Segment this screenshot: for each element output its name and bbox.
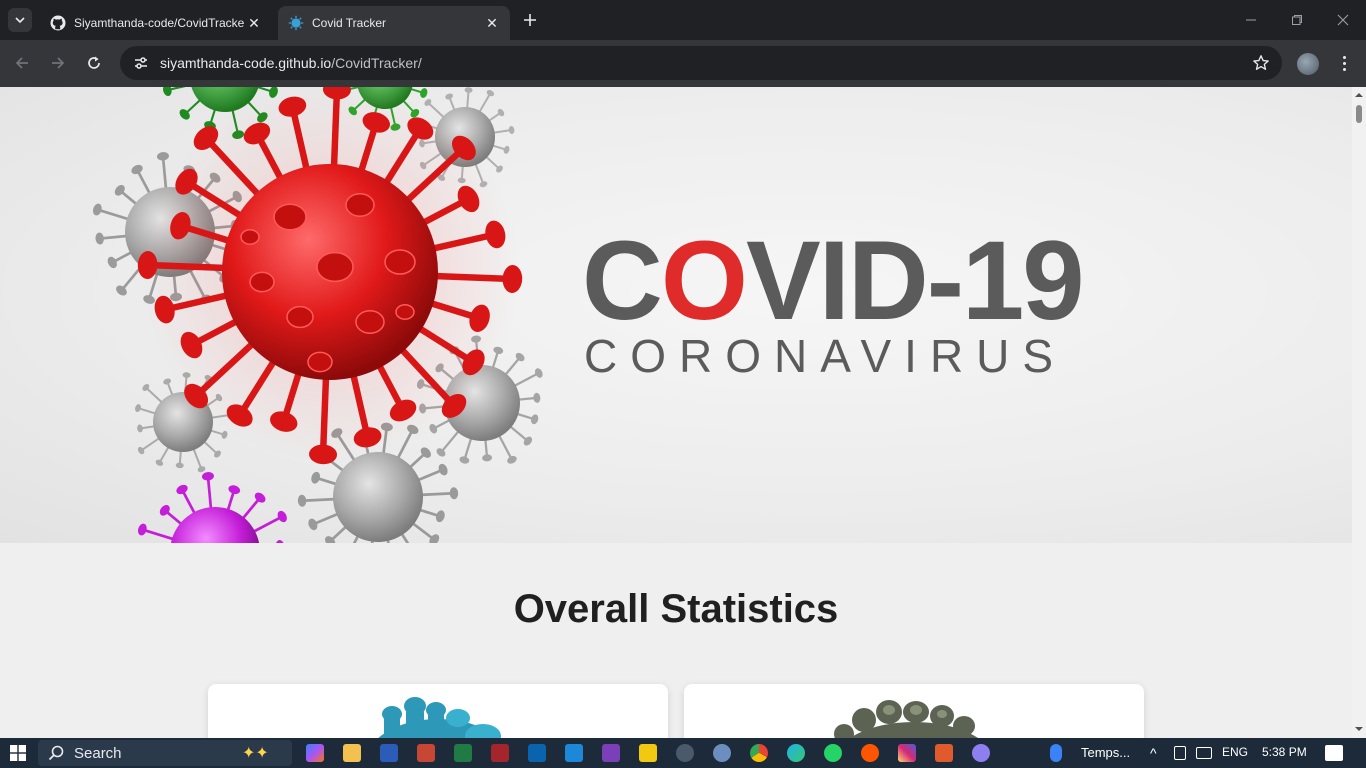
arrow-left-icon: [15, 57, 28, 69]
hero-banner: COVID-19 CORONAVIRUS: [0, 87, 1352, 543]
scroll-thumb[interactable]: [1356, 105, 1362, 123]
taskbar-search-label: Search: [74, 744, 122, 762]
gray-virus-image: [834, 700, 978, 738]
logo-subtitle: CORONAVIRUS: [584, 330, 1067, 382]
excel-icon[interactable]: [454, 744, 472, 762]
tab-github[interactable]: Siyamthanda-code/CovidTracke ✕: [40, 6, 272, 40]
site-info-button[interactable]: [128, 50, 154, 76]
scroll-down-icon[interactable]: [1355, 725, 1363, 733]
device-icon[interactable]: [1174, 746, 1186, 760]
access-icon[interactable]: [491, 744, 509, 762]
bookmark-star-icon[interactable]: [1252, 54, 1270, 72]
instagram-icon[interactable]: [898, 744, 916, 762]
chevron-down-icon: [15, 17, 25, 24]
tab-title: Siyamthanda-code/CovidTracke: [74, 16, 245, 30]
arrow-right-icon: [52, 57, 65, 69]
tab-covid-tracker[interactable]: Covid Tracker ✕: [278, 6, 510, 40]
url-path: /CovidTracker/: [331, 55, 422, 71]
weather-label[interactable]: Temps...: [1081, 745, 1130, 760]
reload-button[interactable]: [83, 52, 105, 74]
back-button[interactable]: [11, 52, 33, 74]
whatsapp-icon[interactable]: [824, 744, 842, 762]
app-icon[interactable]: [972, 744, 990, 762]
thermometer-icon[interactable]: [1050, 744, 1062, 762]
address-bar[interactable]: siyamthanda-code.github.io/CovidTracker/: [120, 46, 1282, 80]
tune-icon: [135, 57, 147, 69]
sparkle-icon: ✦✦: [242, 745, 269, 762]
visual-studio-icon[interactable]: [602, 744, 620, 762]
new-tab-button[interactable]: [520, 10, 540, 30]
logo-letter-c: C: [582, 218, 663, 343]
github-icon: [50, 15, 66, 31]
tab-strip: Siyamthanda-code/CovidTracke ✕ Covid Tra…: [0, 0, 1366, 40]
close-window-button[interactable]: [1320, 8, 1366, 32]
overall-statistics-heading: Overall Statistics: [513, 587, 839, 631]
logo-title: COVID-19: [582, 225, 1142, 337]
url-text: siyamthanda-code.github.io/CovidTracker/: [160, 55, 422, 71]
windows-start-icon[interactable]: [10, 745, 26, 761]
profile-avatar[interactable]: [1297, 53, 1319, 75]
file-explorer-icon[interactable]: [343, 744, 361, 762]
logo-letter-o: O: [660, 218, 748, 343]
page-scrollbar[interactable]: [1352, 87, 1366, 738]
edge-icon[interactable]: [787, 744, 805, 762]
virus-icon: [288, 15, 304, 31]
vscode-icon[interactable]: [565, 744, 583, 762]
notification-icon[interactable]: [1325, 745, 1343, 761]
r-icon[interactable]: [713, 744, 731, 762]
minimize-icon: [1246, 19, 1256, 21]
close-tab-icon[interactable]: ✕: [484, 15, 500, 31]
tab-search-button[interactable]: [8, 8, 32, 32]
minimize-button[interactable]: [1228, 8, 1274, 32]
word-icon[interactable]: [380, 744, 398, 762]
battery-icon[interactable]: [1196, 747, 1212, 759]
search-app-icon[interactable]: [676, 744, 694, 762]
soundcloud-icon[interactable]: [861, 744, 879, 762]
web-page: COVID-19 CORONAVIRUS Overall Statistics: [0, 87, 1352, 738]
outlook-icon[interactable]: [528, 744, 546, 762]
chrome-icon[interactable]: [750, 744, 768, 762]
plus-icon: [524, 14, 536, 26]
taskbar-search-box[interactable]: Search ✦✦: [38, 740, 292, 766]
scroll-up-icon[interactable]: [1355, 91, 1363, 99]
git-client-icon[interactable]: [935, 744, 953, 762]
blue-virus-image: [378, 697, 501, 738]
url-host: siyamthanda-code.github.io: [160, 55, 332, 71]
browser-menu-button[interactable]: [1336, 52, 1352, 74]
reload-icon: [88, 56, 100, 69]
search-icon: [48, 745, 64, 761]
powerpoint-icon[interactable]: [417, 744, 435, 762]
close-icon: [1337, 14, 1349, 26]
clock[interactable]: 5:38 PM: [1262, 745, 1307, 759]
close-tab-icon[interactable]: ✕: [246, 15, 262, 31]
tray-chevron-icon[interactable]: ^: [1150, 745, 1157, 761]
copilot-icon[interactable]: [306, 744, 324, 762]
language-indicator[interactable]: ENG: [1222, 745, 1248, 759]
windows-taskbar: Search ✦✦ Temps... ^ ENG 5:38 PM: [0, 738, 1366, 768]
forward-button[interactable]: [47, 52, 69, 74]
stat-card: [208, 684, 668, 738]
restore-icon: [1292, 15, 1302, 25]
restore-button[interactable]: [1274, 8, 1320, 32]
logo-rest: VID-19: [746, 218, 1085, 343]
browser-toolbar: siyamthanda-code.github.io/CovidTracker/: [0, 40, 1366, 87]
tab-title: Covid Tracker: [312, 16, 387, 30]
covid19-logo: COVID-19 CORONAVIRUS: [582, 225, 1142, 385]
stat-card: [684, 684, 1144, 738]
power-bi-icon[interactable]: [639, 744, 657, 762]
